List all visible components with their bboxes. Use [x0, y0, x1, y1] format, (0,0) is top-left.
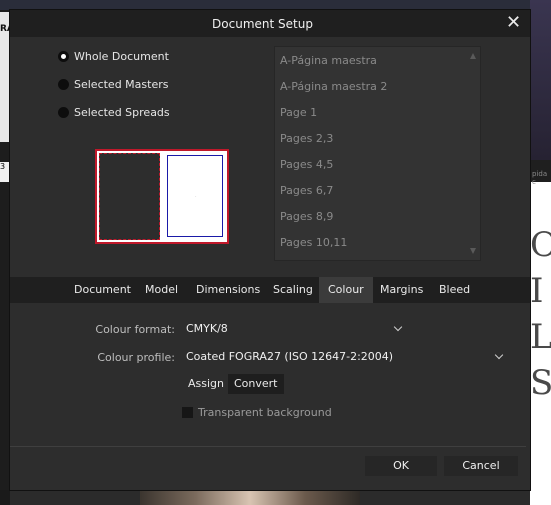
close-icon[interactable]: ✕ [506, 12, 521, 34]
radio-unselected-icon [58, 107, 69, 118]
background-right-photo [530, 0, 551, 160]
tab-margins[interactable]: Margins [374, 277, 429, 303]
dialog-titlebar: Document Setup ✕ [10, 10, 530, 37]
chevron-down-icon [494, 350, 504, 360]
preview-page-marker: · [195, 194, 197, 200]
list-item[interactable]: Page 1 [280, 106, 317, 119]
colour-format-value: CMYK/8 [186, 322, 228, 335]
chevron-down-icon [393, 322, 403, 332]
ok-button[interactable]: OK [365, 456, 437, 476]
preview-right-page: · [167, 155, 223, 237]
background-right-small-text: pida c [532, 170, 548, 186]
transparent-background-label: Transparent background [198, 406, 332, 419]
list-item[interactable]: A-Página maestra [280, 54, 377, 67]
colour-format-label: Colour format: [95, 323, 175, 336]
list-item[interactable]: Pages 4,5 [280, 158, 333, 171]
radio-label: Selected Spreads [74, 106, 170, 119]
preview-left-page [99, 153, 160, 240]
tab-bleed[interactable]: Bleed [433, 277, 476, 303]
radio-selected-masters[interactable]: Selected Masters [58, 78, 168, 91]
colour-profile-label: Colour profile: [97, 351, 175, 364]
colour-format-dropdown[interactable]: CMYK/8 [183, 319, 406, 339]
background-letter: O [530, 225, 551, 265]
background-photo [140, 490, 360, 505]
list-item[interactable]: Pages 10,11 [280, 236, 347, 249]
dialog-title: Document Setup [212, 17, 313, 31]
scroll-up-arrow-icon[interactable] [470, 53, 476, 59]
settings-tab-bar: Document Model Dimensions Scaling Colour… [10, 277, 530, 303]
radio-selected-icon [58, 51, 69, 62]
list-scrollbar[interactable] [467, 47, 480, 260]
transparent-background-checkbox[interactable] [182, 407, 193, 418]
radio-label: Selected Masters [74, 78, 169, 91]
radio-whole-document[interactable]: Whole Document [58, 50, 169, 63]
assign-button[interactable]: Assign [183, 374, 229, 394]
page-list[interactable]: A-Página maestra A-Página maestra 2 Page… [274, 46, 481, 261]
list-item[interactable]: Pages 8,9 [280, 210, 333, 223]
radio-label: Whole Document [74, 50, 169, 63]
list-item[interactable]: A-Página maestra 2 [280, 80, 387, 93]
background-left-tab: 3 [0, 162, 9, 182]
background-letter: L [530, 317, 551, 357]
colour-profile-value: Coated FOGRA27 (ISO 12647-2:2004) [186, 350, 394, 363]
cancel-button[interactable]: Cancel [444, 456, 518, 476]
radio-selected-spreads[interactable]: Selected Spreads [58, 106, 170, 119]
document-setup-dialog: Document Setup ✕ Whole Document Selected… [10, 10, 530, 490]
tab-colour[interactable]: Colour [319, 277, 373, 303]
background-letter: I [530, 271, 544, 311]
convert-button[interactable]: Convert [228, 374, 284, 394]
scroll-down-arrow-icon[interactable] [470, 248, 476, 254]
list-item[interactable]: Pages 2,3 [280, 132, 333, 145]
spread-preview: · [95, 149, 229, 244]
background-letter: S [530, 363, 551, 403]
colour-profile-dropdown[interactable]: Coated FOGRA27 (ISO 12647-2:2004) [183, 347, 506, 367]
tab-scaling[interactable]: Scaling [267, 277, 319, 303]
footer-divider [10, 446, 526, 447]
radio-unselected-icon [58, 79, 69, 90]
tab-dimensions[interactable]: Dimensions [190, 277, 266, 303]
tab-document[interactable]: Document [68, 277, 137, 303]
tab-model[interactable]: Model [139, 277, 184, 303]
list-item[interactable]: Pages 6,7 [280, 184, 333, 197]
